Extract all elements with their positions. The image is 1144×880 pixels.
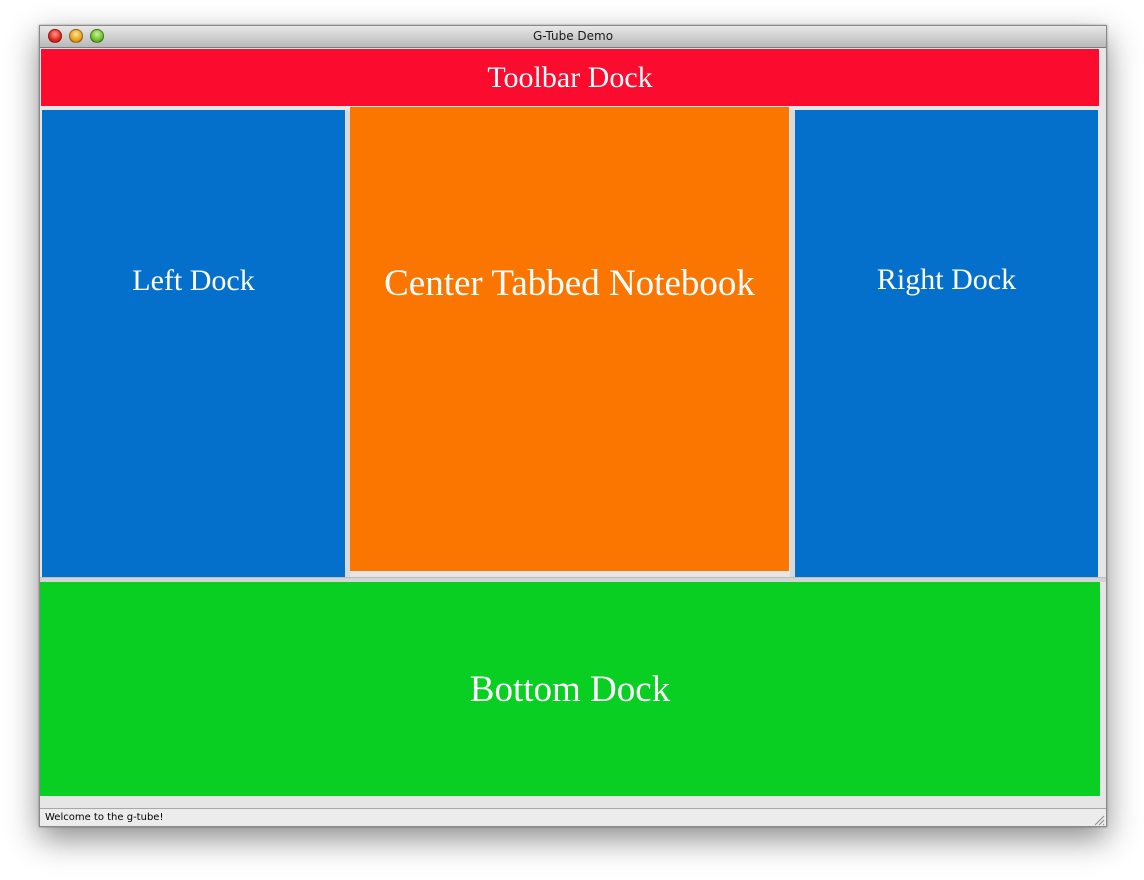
left-dock-label: Left Dock	[132, 264, 255, 297]
app-window: G-Tube Demo Toolbar Dock Left Dock Cente…	[39, 25, 1107, 827]
toolbar-dock[interactable]: Toolbar Dock	[41, 49, 1099, 106]
toolbar-dock-label: Toolbar Dock	[487, 60, 653, 94]
status-message: Welcome to the g-tube!	[45, 812, 164, 823]
right-dock[interactable]: Right Dock	[795, 110, 1098, 578]
right-dock-label: Right Dock	[876, 263, 1017, 296]
bottom-dock[interactable]: Bottom Dock	[40, 582, 1100, 796]
status-bar: Welcome to the g-tube!	[40, 808, 1106, 826]
bottom-dock-label: Bottom Dock	[469, 668, 671, 710]
window-title: G-Tube Demo	[532, 29, 614, 43]
resize-grip-icon[interactable]	[1093, 814, 1105, 826]
left-dock[interactable]: Left Dock	[42, 110, 345, 578]
center-tabbed-notebook[interactable]: Center Tabbed Notebook	[350, 107, 789, 571]
center-notebook-label: Center Tabbed Notebook	[384, 263, 755, 304]
title-bar[interactable]: G-Tube Demo	[40, 26, 1106, 48]
